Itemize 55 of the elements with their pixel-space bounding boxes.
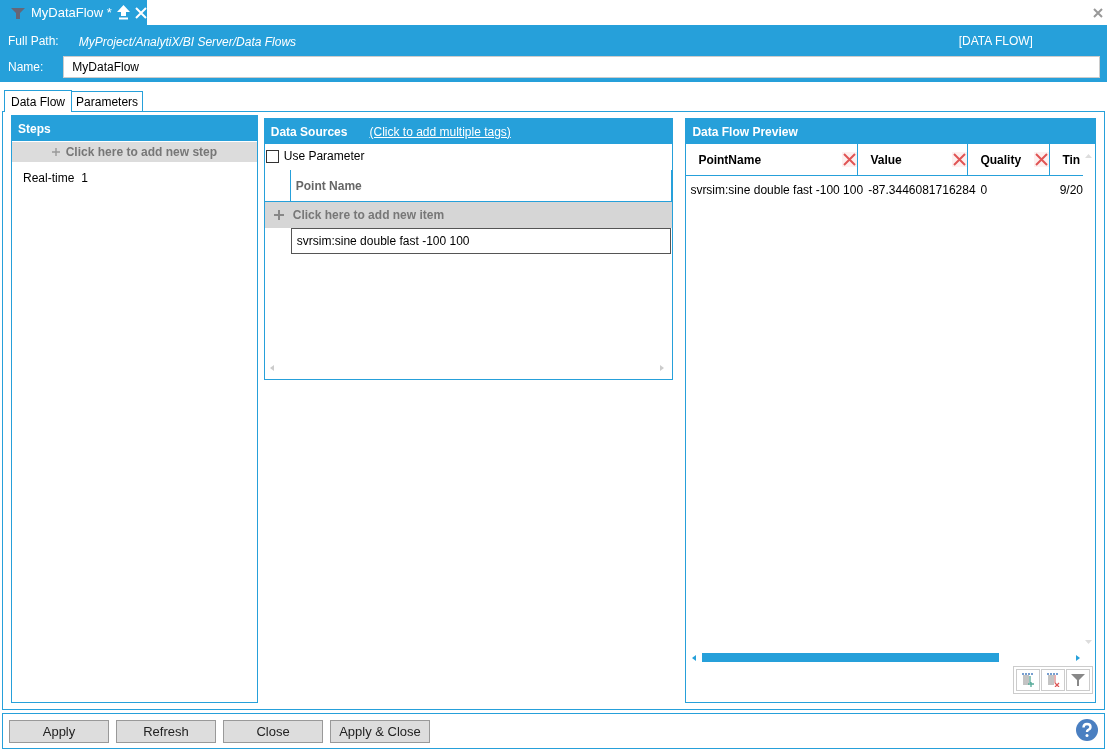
- action-button[interactable]: Apply & Close: [330, 719, 430, 743]
- column-header[interactable]: Quality: [968, 144, 1051, 175]
- name-label: Name:: [8, 60, 44, 74]
- tab[interactable]: Data Flow: [4, 90, 73, 112]
- column-title: PointName: [698, 152, 763, 167]
- table-cell-text: 9/20: [1058, 183, 1083, 197]
- add-step-label: Click here to add new step: [65, 145, 218, 159]
- panel-title: Data Flow Preview: [692, 124, 798, 139]
- tab[interactable]: Parameters: [71, 91, 144, 111]
- remove-column-button[interactable]: [1041, 669, 1065, 691]
- path-value: MyProject/AnalytiX/BI Server/Data Flows: [78, 35, 298, 49]
- scrollbar-thumb[interactable]: [702, 653, 1000, 662]
- action-button[interactable]: Close: [223, 719, 323, 743]
- plus-icon: [51, 148, 60, 156]
- filter-icon: [1071, 673, 1085, 687]
- clear-filter-icon[interactable]: [952, 152, 968, 167]
- path-label: Full Path:: [8, 33, 59, 48]
- column-header[interactable]: Value: [858, 144, 969, 175]
- column-add-icon: [1021, 673, 1035, 687]
- filter-button[interactable]: [1066, 669, 1090, 691]
- help-icon[interactable]: [1076, 718, 1098, 741]
- column-title: Quality: [980, 152, 1023, 167]
- scroll-left-icon[interactable]: [269, 365, 274, 371]
- checkbox[interactable]: [265, 149, 279, 163]
- clear-filter-icon[interactable]: [1034, 152, 1050, 167]
- add-column-button[interactable]: [1016, 669, 1040, 691]
- step-count: 1: [81, 171, 89, 185]
- table-cell-text: svrsim:sine double fast -100 100: [689, 183, 864, 197]
- step-item[interactable]: Real-time 1: [12, 162, 257, 194]
- table-cell-text: -87.3446081716284: [867, 183, 976, 197]
- close-icon[interactable]: [1092, 6, 1104, 19]
- step-label: Real-time: [23, 171, 75, 185]
- column-header[interactable]: Tin: [1050, 144, 1083, 175]
- scroll-right-icon[interactable]: [660, 365, 665, 371]
- checkbox-label: Use Parameter: [283, 149, 365, 163]
- add-item-label: Click here to add new item: [292, 208, 445, 222]
- funnel-icon: [10, 5, 26, 20]
- column-header[interactable]: Point Name: [289, 170, 673, 201]
- table-cell[interactable]: svrsim:sine double fast -100 100: [290, 228, 672, 254]
- document-title: MyDataFlow *: [31, 5, 112, 20]
- column-header[interactable]: PointName: [686, 144, 859, 175]
- table-cell-text: 0: [979, 183, 988, 197]
- plus-icon: [273, 210, 284, 220]
- column-title: Tin: [1062, 152, 1081, 167]
- column-title: Value: [870, 152, 903, 167]
- panel-title: Data Sources: [270, 124, 348, 139]
- action-button[interactable]: Refresh: [116, 719, 216, 743]
- scroll-left-icon[interactable]: [692, 654, 697, 661]
- action-button[interactable]: Apply: [9, 719, 109, 743]
- panel-title: Steps: [18, 121, 51, 136]
- scroll-right-icon[interactable]: [1076, 654, 1080, 661]
- clear-filter-icon[interactable]: [842, 152, 858, 167]
- column-remove-icon: [1046, 673, 1060, 687]
- name-field[interactable]: MyDataFlow: [63, 56, 1100, 78]
- type-label: [DATA FLOW]: [958, 33, 1033, 48]
